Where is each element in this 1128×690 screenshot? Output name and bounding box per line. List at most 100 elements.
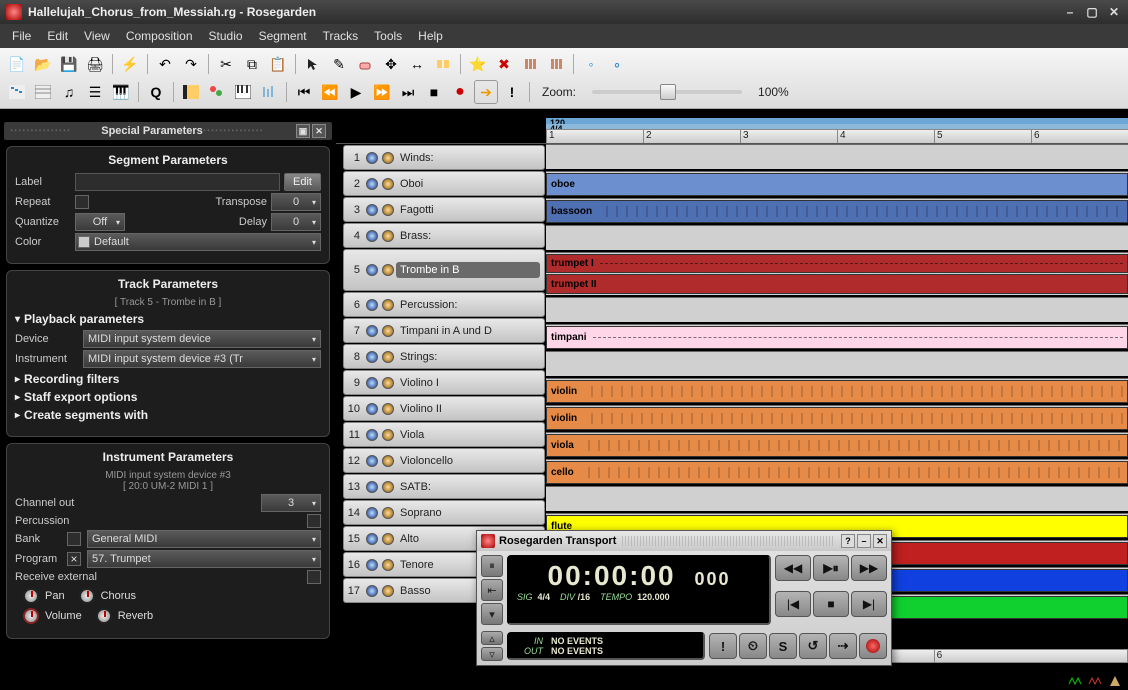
loop-icon[interactable]: ➔ <box>474 80 498 104</box>
quantize-select[interactable]: Off <box>75 213 125 231</box>
segment-row[interactable]: timpani <box>546 324 1128 349</box>
piano-icon[interactable]: 🎹 <box>109 80 133 104</box>
rewind-end-icon[interactable]: ⏮ <box>292 80 316 104</box>
copy-icon[interactable]: ⧉ <box>240 52 264 76</box>
segment[interactable]: bassoon <box>546 200 1128 223</box>
program-select[interactable]: 57. Trumpet <box>87 550 321 568</box>
mute-led-icon[interactable] <box>366 533 378 545</box>
transport-punch-button[interactable]: ⇢ <box>829 633 857 659</box>
track-row[interactable]: 3 Fagotti <box>343 197 545 222</box>
mute-led-icon[interactable] <box>366 377 378 389</box>
record-led-icon[interactable] <box>382 455 394 467</box>
mute-led-icon[interactable] <box>366 585 378 597</box>
delete-track-icon[interactable]: ✖ <box>492 52 516 76</box>
track-name-label[interactable]: Winds: <box>396 152 544 164</box>
transport-minimize-icon[interactable]: – <box>857 534 871 548</box>
record-led-icon[interactable] <box>382 351 394 363</box>
program-checkbox[interactable] <box>67 552 81 566</box>
new-file-icon[interactable]: 📄 <box>5 52 29 76</box>
track-row[interactable]: 14 Soprano <box>343 500 545 525</box>
panel-float-icon[interactable]: ▣ <box>296 124 310 138</box>
menu-tracks[interactable]: Tracks <box>315 27 367 45</box>
segment[interactable]: trumpet II <box>546 274 1128 294</box>
pointer-tool-icon[interactable] <box>301 52 325 76</box>
add-track-icon[interactable]: ⭐ <box>466 52 490 76</box>
volume-knob[interactable]: Volume <box>23 608 82 624</box>
record-led-icon[interactable] <box>382 377 394 389</box>
track-name-label[interactable]: Soprano <box>396 507 544 519</box>
percussion-editor-icon[interactable] <box>31 80 55 104</box>
transport-solo-button[interactable]: S <box>769 633 797 659</box>
transport-expand-down-button[interactable]: ▿ <box>481 647 503 661</box>
mute-led-icon[interactable] <box>366 299 378 311</box>
transport-ffwd-end-button[interactable]: ▶| <box>851 591 887 617</box>
open-file-icon[interactable]: 📂 <box>31 52 55 76</box>
event-editor-icon[interactable]: ☰ <box>83 80 107 104</box>
track-name-label[interactable]: Trombe in B <box>396 262 540 278</box>
record-icon[interactable]: ● <box>448 80 472 104</box>
track-row[interactable]: 11 Viola <box>343 422 545 447</box>
track-row[interactable]: 6 Percussion: <box>343 292 545 317</box>
record-led-icon[interactable] <box>382 481 394 493</box>
repeat-checkbox[interactable] <box>75 195 89 209</box>
play-icon[interactable]: ▶ <box>344 80 368 104</box>
show-previews-icon[interactable] <box>205 80 229 104</box>
mute-led-icon[interactable] <box>366 351 378 363</box>
mute-led-icon[interactable] <box>366 152 378 164</box>
menu-studio[interactable]: Studio <box>201 27 251 45</box>
mute-led-icon[interactable] <box>366 455 378 467</box>
track-name-label[interactable]: Brass: <box>396 230 544 242</box>
transport-play-button[interactable]: ▶⏸ <box>813 555 849 581</box>
stop-icon[interactable]: ■ <box>422 80 446 104</box>
panel-close-icon[interactable]: ✕ <box>312 124 326 138</box>
show-labels-icon[interactable] <box>179 80 203 104</box>
record-led-icon[interactable] <box>382 264 394 276</box>
mute-led-icon[interactable] <box>366 429 378 441</box>
record-led-icon[interactable] <box>382 230 394 242</box>
mute-led-icon[interactable] <box>366 264 378 276</box>
forward-end-icon[interactable]: ⏭ <box>396 80 420 104</box>
track-name-label[interactable]: Violino I <box>396 377 544 389</box>
transport-close-icon[interactable]: ✕ <box>873 534 887 548</box>
record-led-icon[interactable] <box>382 299 394 311</box>
rewind-icon[interactable]: ⏪ <box>318 80 342 104</box>
segment-row[interactable]: viola <box>546 432 1128 457</box>
redo-icon[interactable]: ↷ <box>179 52 203 76</box>
segment[interactable]: violin <box>546 407 1128 430</box>
instrument-select[interactable]: MIDI input system device #3 (Tr <box>83 350 321 368</box>
transport-panic-button[interactable]: ! <box>709 633 737 659</box>
device-select[interactable]: MIDI input system device <box>83 330 321 348</box>
panic-icon[interactable]: ! <box>500 80 524 104</box>
staff-export-toggle[interactable]: Staff export options <box>15 390 321 404</box>
segment-row[interactable]: violin <box>546 405 1128 430</box>
track-name-label[interactable]: Oboi <box>396 178 544 190</box>
move-tool-icon[interactable]: ✥ <box>379 52 403 76</box>
split-tool-icon[interactable] <box>431 52 455 76</box>
mute-led-icon[interactable] <box>366 204 378 216</box>
track-name-label[interactable]: Fagotti <box>396 204 544 216</box>
delay-select[interactable]: 0 <box>271 213 321 231</box>
transport-stop-button[interactable]: ■ <box>813 591 849 617</box>
bank-select[interactable]: General MIDI <box>87 530 321 548</box>
segment[interactable]: trumpet I <box>546 254 1128 273</box>
track-row[interactable]: 5 Trombe in B <box>343 249 545 291</box>
notation-editor-icon[interactable]: ♫ <box>57 80 81 104</box>
segment[interactable]: timpani <box>546 326 1128 349</box>
transport-help-icon[interactable]: ? <box>841 534 855 548</box>
segment[interactable]: oboe <box>546 173 1128 196</box>
minimize-button[interactable]: – <box>1062 4 1078 20</box>
segment-row[interactable] <box>546 486 1128 511</box>
track-row[interactable]: 13 SATB: <box>343 474 545 499</box>
menu-help[interactable]: Help <box>410 27 451 45</box>
close-button[interactable]: ✕ <box>1106 4 1122 20</box>
track-name-label[interactable]: SATB: <box>396 481 544 493</box>
record-led-icon[interactable] <box>382 585 394 597</box>
record-led-icon[interactable] <box>382 559 394 571</box>
transport-rewind-end-button[interactable]: |◀ <box>775 591 811 617</box>
mute-led-icon[interactable] <box>366 403 378 415</box>
fast-forward-icon[interactable]: ⏩ <box>370 80 394 104</box>
transpose-select[interactable]: 0 <box>271 193 321 211</box>
mute-led-icon[interactable] <box>366 325 378 337</box>
segment-row[interactable]: bassoon <box>546 198 1128 223</box>
track-name-label[interactable]: Violino II <box>396 403 544 415</box>
